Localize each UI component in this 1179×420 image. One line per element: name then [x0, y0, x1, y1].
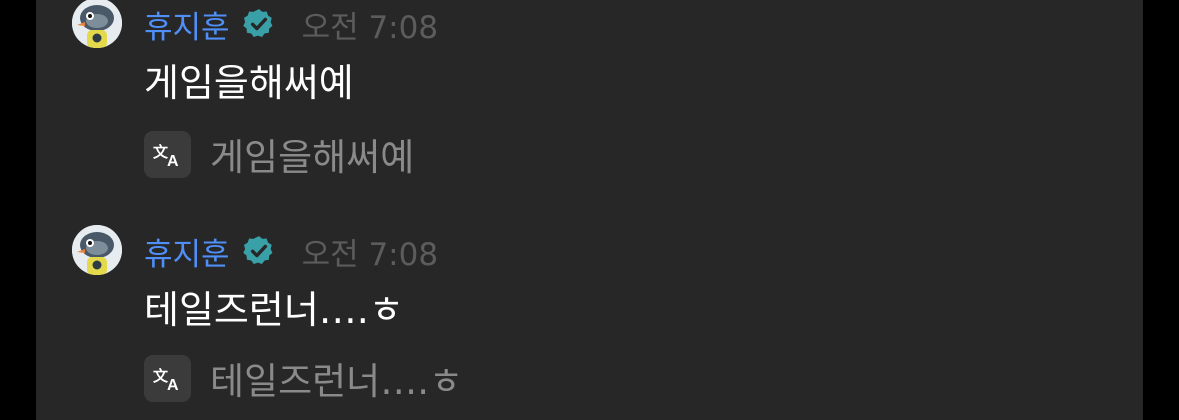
translation-row: 文 A 게임을해써예 — [144, 127, 414, 181]
translated-text: 게임을해써예 — [210, 136, 415, 179]
svg-text:A: A — [167, 377, 179, 392]
translate-icon: 文 A — [153, 143, 179, 168]
message-text: 게임을해써예 — [144, 61, 354, 105]
message-header: 휴지훈 오전 7:08 — [144, 2, 438, 46]
bird-avatar-icon — [72, 225, 122, 275]
translation-row: 文 A 테일즈런너….ㅎ — [144, 351, 463, 405]
message-text: 테일즈런너….ㅎ — [144, 288, 404, 332]
avatar[interactable] — [72, 0, 122, 48]
username[interactable]: 휴지훈 — [144, 2, 230, 47]
username[interactable]: 휴지훈 — [144, 229, 230, 274]
translate-icon: 文 A — [153, 367, 179, 392]
svg-text:A: A — [167, 153, 179, 168]
message-header: 휴지훈 오전 7:08 — [144, 229, 438, 273]
verified-badge-icon — [242, 236, 273, 265]
bird-avatar-icon — [72, 0, 122, 48]
timestamp: 오전 7:08 — [301, 236, 439, 273]
avatar[interactable] — [72, 225, 122, 275]
verified-badge-icon — [242, 9, 273, 38]
timestamp: 오전 7:08 — [301, 9, 439, 46]
translate-button[interactable]: 文 A — [144, 354, 191, 402]
translate-button[interactable]: 文 A — [144, 130, 191, 178]
translated-text: 테일즈런너….ㅎ — [210, 360, 464, 403]
chat-panel: 휴지훈 오전 7:08 게임을해써예 文 A 게임을해써예 휴지훈 오전 7:0… — [36, 0, 1143, 420]
